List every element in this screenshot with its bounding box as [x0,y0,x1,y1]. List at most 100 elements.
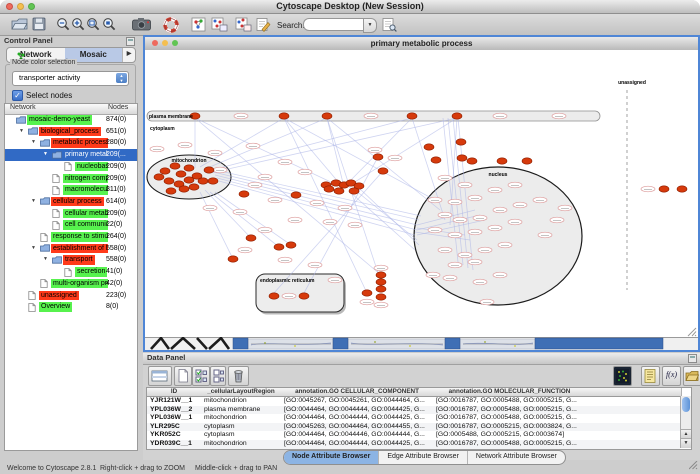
zoom-out-icon[interactable] [56,17,70,36]
tree-row[interactable]: ▼biological_process651(0) [5,126,137,138]
table-cell: [GO:0016787, GO:0005215, GO:0003824, G..… [433,423,586,432]
tree-item-label: cellular metabo [63,209,108,219]
tree-item-label: nitrogen compo [63,174,108,184]
table-cell: mitochondrion [201,414,281,423]
tree-row[interactable]: response to stimulu264(0) [5,231,137,243]
table-cell: [GO:0016787, GO:0005488, GO:0005215, G..… [433,406,586,415]
zoom-in-icon[interactable] [71,17,85,36]
network-window: primary metabolic process plasma membran… [143,35,700,352]
tree-row[interactable]: Overview8(0) [5,301,137,313]
annotation-icon[interactable] [256,17,271,37]
save-icon[interactable] [32,17,46,36]
tree-row[interactable]: ▼primary metabo209(... [5,149,137,161]
tree-item-label: metabolic process [51,138,108,148]
select-attributes-button[interactable] [192,366,210,386]
expand-arrow-icon[interactable]: ▼ [31,245,36,251]
control-panel-title: Control Panel [4,36,53,45]
import-attributes-button[interactable] [683,366,700,386]
tree-row[interactable]: ▼transport558(0) [5,254,137,266]
table-column-header[interactable]: annotation.GO MOLECULAR_FUNCTION [433,388,587,397]
network-overlay-1-icon[interactable] [191,17,206,37]
tree-item-node-count: 41(0) [106,267,122,277]
node-color-dropdown[interactable]: transporter activity ▲▼ [12,71,129,86]
folder-icon [16,116,26,126]
tree-row[interactable]: cell communicat22(0) [5,219,137,231]
network-window-titlebar[interactable]: primary metabolic process [145,37,698,51]
table-cell: YDR039C__1 [147,440,201,449]
table-cell: [GO:0016787, GO:0005488, GO:0005215, G..… [433,440,586,449]
table-cell: YJR121W__1 [147,397,201,406]
cytoscape-window: Cytoscape Desktop (New Session) Search: … [0,0,700,474]
network-canvas[interactable]: plasma membranecytoplasmmitochondrionnuc… [145,50,698,337]
new-document-button[interactable] [174,366,192,386]
tree-row[interactable]: ▼cellular process614(0) [5,196,137,208]
expand-arrow-icon[interactable]: ▼ [19,128,24,134]
tree-item-label: establishment of lo [51,244,108,254]
window-resize-grip[interactable] [689,461,698,472]
tree-row[interactable]: macromolecule311(0) [5,184,137,196]
table-cell: [GO:0044464, GO:0044446, GO:0044444, G..… [281,431,433,440]
table-cell: YKR052C [147,431,201,440]
attribute-list-button[interactable] [641,366,660,386]
tree-item-label: mosaic-demo-yeast [27,115,92,125]
scroll-down-button[interactable]: ▼ [681,438,691,448]
snapshot-icon[interactable] [132,17,151,36]
tree-item-label: biological_process [39,127,101,137]
tree-item-node-count: 209(0) [106,174,126,184]
table-column-header[interactable]: annotation.GO CELLULAR_COMPONENT [281,388,434,397]
zoom-fit-icon[interactable] [86,17,100,36]
tree-item-node-count: 280(0) [106,138,126,148]
tree-row[interactable]: nitrogen compo209(0) [5,173,137,185]
table-row[interactable]: YDR039C__1mitochondrion[GO:0044464, GO:0… [147,440,680,449]
table-row[interactable]: YPL036W__2plasma membrane[GO:0044464, GO… [147,406,680,415]
tree-row[interactable]: cellular metabo209(0) [5,208,137,220]
expand-arrow-icon[interactable]: ▼ [31,139,36,145]
search-dropdown-arrow[interactable]: ▼ [363,18,377,33]
network-overlay-2-icon[interactable] [211,17,228,37]
network-overlay-3-icon[interactable] [235,17,252,37]
search-options-icon[interactable] [382,17,397,37]
scrollbar-thumb[interactable] [682,397,690,412]
select-nodes-checkbox[interactable]: ✓ [12,90,23,101]
tree-row[interactable]: mosaic-demo-yeast874(0) [5,114,137,126]
expand-arrow-icon[interactable]: ▼ [31,198,36,204]
table-row[interactable]: YPL036W__1mitochondrion[GO:0044464, GO:0… [147,414,680,423]
table-row[interactable]: YJR121W__1mitochondrion[GO:0045267, GO:0… [147,397,680,406]
table-mode-button[interactable] [148,366,172,386]
tree-item-node-count: 8(0) [106,302,118,312]
table-row[interactable]: YKR052Ccytoplasm[GO:0044464, GO:0044446,… [147,431,680,440]
tree-row[interactable]: nucleobase-209(0) [5,161,137,173]
tree-item-label: multi-organism pro [51,279,108,289]
tree-row[interactable]: secretion41(0) [5,266,137,278]
tab-overflow-arrow[interactable]: ▶ [122,48,135,62]
attribute-table[interactable]: ID_cellularLayoutRegionannotation.GO CEL… [146,387,692,450]
formula-builder-button[interactable]: f(x) [662,366,681,386]
table-column-header[interactable]: _cellularLayoutRegion [201,388,282,397]
table-column-header[interactable] [586,388,682,397]
expand-arrow-icon[interactable]: ▼ [43,256,48,262]
tree-item-label: response to stimulu [51,232,108,242]
tree-item-label: unassigned [39,291,79,301]
matrix-view-button[interactable] [613,366,632,386]
table-row[interactable]: YLR295Ccytoplasm[GO:0045263, GO:0044464,… [147,423,680,432]
tree-row[interactable]: unassigned223(0) [5,290,137,302]
tree-item-label: transport [63,255,95,265]
tree-row[interactable]: ▼establishment of lo558(0) [5,243,137,255]
table-cell: YLR295C [147,423,201,432]
data-panel: Data Panel f(x) ID_cellularLayoutRegiona… [143,353,700,460]
delete-attribute-button[interactable] [228,366,249,386]
folder-icon [40,139,50,149]
unselect-attributes-button[interactable] [210,366,226,386]
search-input[interactable] [303,18,370,31]
network-window-title: primary metabolic process [145,37,698,50]
table-cell: plasma membrane [201,406,281,415]
open-icon[interactable] [11,17,28,36]
tree-row[interactable]: multi-organism pro42(0) [5,278,137,290]
table-scrollbar[interactable]: ▲ ▼ [680,396,691,448]
search-label: Search: [277,21,305,30]
zoom-selected-icon[interactable] [102,17,116,36]
float-data-panel-icon[interactable] [688,354,697,365]
expand-arrow-icon[interactable]: ▼ [43,151,48,157]
table-column-header[interactable]: ID [147,388,202,397]
tree-row[interactable]: ▼ metabolic process280(0) [5,137,137,149]
